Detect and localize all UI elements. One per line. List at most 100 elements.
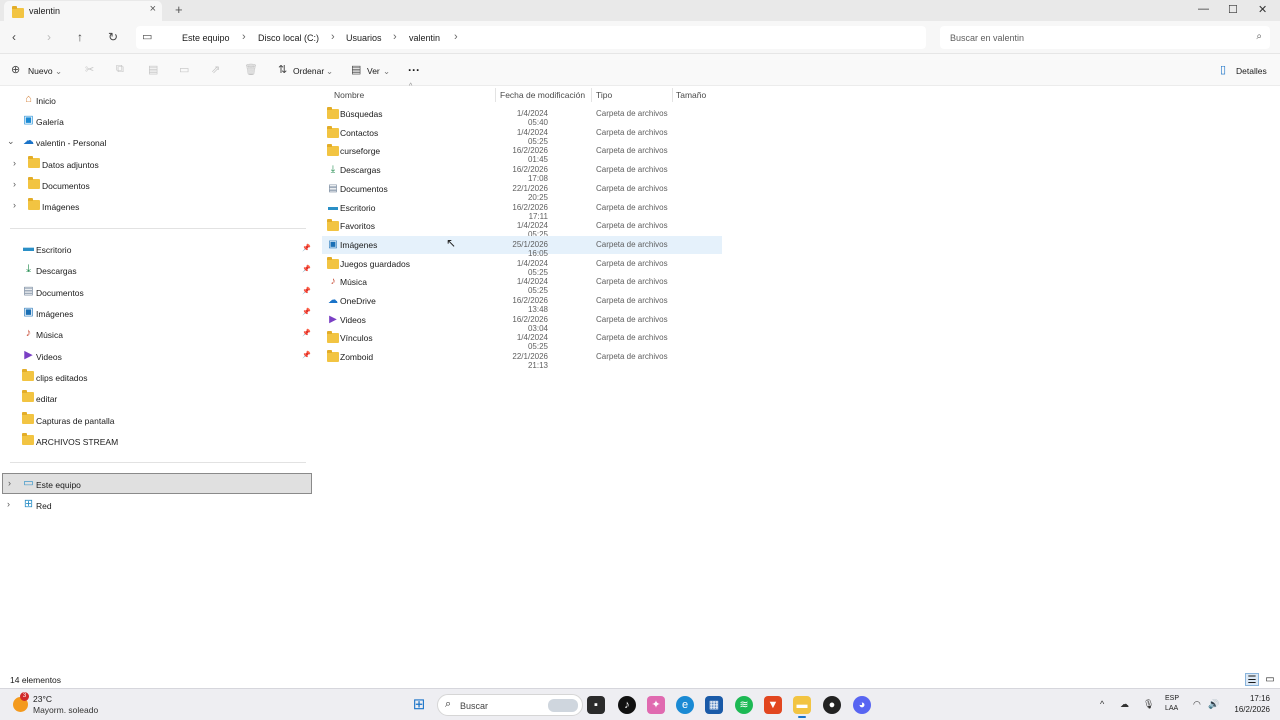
sidebar-item-este-equipo[interactable]: › ▭ Este equipo xyxy=(2,473,312,494)
microphone-icon[interactable]: 🎙 xyxy=(1143,699,1154,710)
chevron-right-icon[interactable]: › xyxy=(8,478,11,488)
column-separator[interactable] xyxy=(495,88,496,102)
start-icon[interactable]: ⊞ xyxy=(410,696,428,714)
details-button[interactable]: Detalles xyxy=(1236,66,1267,76)
weather-description[interactable]: Mayorm. soleado xyxy=(33,705,98,715)
tiktok-icon[interactable]: ♪ xyxy=(618,696,636,714)
sort-button[interactable]: Ordenar xyxy=(293,66,324,76)
forward-button[interactable]: › xyxy=(47,30,51,44)
sidebar-item-documentos-onedrive[interactable]: › Documentos xyxy=(0,175,318,195)
file-row[interactable]: Favoritos 1/4/2024 05:25 Carpeta de archiv… xyxy=(322,217,722,239)
volume-icon[interactable]: 🔊 xyxy=(1208,699,1219,710)
cut-icon[interactable]: ✂ xyxy=(85,63,94,76)
file-row[interactable]: ▬ Escritorio 16/2/2026 17:11 Carpeta de arc… xyxy=(322,199,722,221)
sidebar-item-imagenes[interactable]: ▣ Imágenes 📌 xyxy=(0,303,318,323)
refresh-button[interactable]: ↻ xyxy=(108,30,118,44)
copy-icon[interactable]: ⧉ xyxy=(116,63,124,76)
breadcrumb-usuarios[interactable]: Usuarios xyxy=(346,33,382,43)
file-row[interactable]: ▤ Documentos 22/1/2026 20:25 Carpeta de arc… xyxy=(322,180,722,202)
view-button[interactable]: Ver xyxy=(367,66,380,76)
temperature[interactable]: 23°C xyxy=(33,694,52,704)
tiles-view-button[interactable]: ▭ xyxy=(1263,673,1277,686)
sidebar-item-escritorio[interactable]: ▬ Escritorio 📌 xyxy=(0,239,318,259)
chevron-down-icon[interactable]: ⌄ xyxy=(7,136,15,147)
file-row[interactable]: curseforge 16/2/2026 01:45 Carpeta de arch… xyxy=(322,142,722,164)
breadcrumb-separator[interactable]: › xyxy=(393,31,397,43)
file-row[interactable]: Zomboid 22/1/2026 21:13 Carpeta de archivo… xyxy=(322,348,722,370)
breadcrumb[interactable]: ▭ Este equipo › Disco local (C:) › Usuar… xyxy=(136,26,926,49)
sidebar-item-documentos[interactable]: ▤ Documentos 📌 xyxy=(0,282,318,302)
sidebar-item-datos-adjuntos[interactable]: › Datos adjuntos xyxy=(0,154,318,174)
obs-icon[interactable]: ● xyxy=(823,696,841,714)
chevron-right-icon[interactable]: › xyxy=(13,179,16,189)
rename-icon[interactable]: ▭ xyxy=(179,63,189,76)
sidebar-item-inicio[interactable]: ⌂ Inicio xyxy=(0,90,318,110)
breadcrumb-separator[interactable]: › xyxy=(331,31,335,43)
delete-icon[interactable]: 🗑 xyxy=(244,63,258,76)
brave-icon[interactable]: ▼ xyxy=(764,696,782,714)
column-separator[interactable] xyxy=(591,88,592,102)
discord-icon[interactable]: ◕ xyxy=(853,696,871,714)
column-header-date[interactable]: Fecha de modificación xyxy=(500,90,585,100)
file-row[interactable]: Búsquedas 1/4/2024 05:40 Carpeta de archiv… xyxy=(322,105,722,127)
tab-valentin[interactable]: valentin × xyxy=(4,1,162,21)
more-options-button[interactable]: ··· xyxy=(408,63,420,77)
sidebar-item-editar[interactable]: editar xyxy=(0,388,318,408)
breadcrumb-este-equipo[interactable]: Este equipo xyxy=(182,33,230,43)
column-header-size[interactable]: Tamaño xyxy=(676,90,706,100)
chevron-right-icon[interactable]: › xyxy=(7,499,10,509)
chevron-right-icon[interactable]: › xyxy=(13,200,16,210)
sidebar-item-capturas[interactable]: Capturas de pantalla xyxy=(0,410,318,430)
close-tab-button[interactable]: × xyxy=(150,3,156,15)
spotify-icon[interactable]: ≋ xyxy=(735,696,753,714)
new-button[interactable]: Nuevo xyxy=(28,66,53,76)
share-icon[interactable]: ⇗ xyxy=(211,63,220,76)
copilot-icon[interactable]: ✦ xyxy=(647,696,665,714)
taskbar-search[interactable]: ⌕ Buscar xyxy=(437,694,583,716)
sidebar-item-onedrive-personal[interactable]: ⌄ ☁ valentin - Personal xyxy=(0,132,318,152)
file-row[interactable]: ⤓ Descargas 16/2/2026 17:08 Carpeta de arch… xyxy=(322,161,722,183)
sidebar-item-archivos-stream[interactable]: ARCHIVOS STREAM xyxy=(0,431,318,451)
sidebar-item-galeria[interactable]: ▣ Galería xyxy=(0,111,318,131)
file-row[interactable]: ☁ OneDrive 16/2/2026 13:48 Carpeta de archi… xyxy=(322,292,722,314)
back-button[interactable]: ‹ xyxy=(12,30,16,44)
sidebar-item-descargas[interactable]: ⤓ Descargas 📌 xyxy=(0,260,318,280)
sidebar-item-imagenes-onedrive[interactable]: › Imágenes xyxy=(0,196,318,216)
file-row[interactable]: Juegos guardados 1/4/2024 05:25 Carpeta de… xyxy=(322,255,722,277)
file-explorer-icon[interactable]: ▬ xyxy=(793,696,811,714)
file-row[interactable]: ▶ Videos 16/2/2026 03:04 Carpeta de archivo… xyxy=(322,311,722,333)
task-view-icon[interactable]: ▪ xyxy=(587,696,605,714)
file-row[interactable]: Vínculos 1/4/2024 05:25 Carpeta de archivo… xyxy=(322,329,722,351)
new-tab-button[interactable]: + xyxy=(175,2,183,17)
breadcrumb-separator[interactable]: › xyxy=(454,31,458,43)
close-window-button[interactable]: ✕ xyxy=(1258,3,1267,16)
column-separator[interactable] xyxy=(672,88,673,102)
language-code[interactable]: ESP xyxy=(1165,695,1179,702)
keyboard-layout[interactable]: LAA xyxy=(1165,705,1178,712)
chevron-right-icon[interactable]: › xyxy=(13,158,16,168)
file-row[interactable]: ♪ Música 1/4/2024 05:25 Carpeta de archivos xyxy=(322,273,722,295)
clock-date[interactable]: 16/2/2026 xyxy=(1222,705,1270,714)
breadcrumb-valentin[interactable]: valentin xyxy=(409,33,440,43)
onedrive-tray-icon[interactable]: ☁ xyxy=(1120,699,1129,710)
wifi-icon[interactable]: ◠ xyxy=(1193,699,1201,710)
breadcrumb-disco-local[interactable]: Disco local (C:) xyxy=(258,33,319,43)
file-row[interactable]: Contactos 1/4/2024 05:25 Carpeta de archiv… xyxy=(322,124,722,146)
file-row[interactable]: ▣ Imágenes 25/1/2026 16:05 Carpeta de archi… xyxy=(322,235,722,258)
sidebar-item-clips-editados[interactable]: clips editados xyxy=(0,367,318,387)
minimize-button[interactable]: — xyxy=(1198,3,1209,15)
column-header-type[interactable]: Tipo xyxy=(596,90,612,100)
tray-overflow-icon[interactable]: ^ xyxy=(1100,699,1104,709)
sidebar-item-red[interactable]: › ⊞ Red xyxy=(0,495,318,515)
details-view-button[interactable]: ☰ xyxy=(1245,673,1259,686)
up-button[interactable]: ↑ xyxy=(77,30,83,44)
edge-icon[interactable]: e xyxy=(676,696,694,714)
sidebar-item-videos[interactable]: ▶ Videos 📌 xyxy=(0,346,318,366)
sidebar-item-musica[interactable]: ♪ Música 📌 xyxy=(0,324,318,344)
clock-time[interactable]: 17:16 xyxy=(1230,694,1270,703)
search-input[interactable]: Buscar en valentin ⌕ xyxy=(940,26,1270,49)
breadcrumb-separator[interactable]: › xyxy=(242,31,246,43)
maximize-button[interactable]: ☐ xyxy=(1228,3,1238,16)
store-icon[interactable]: ▦ xyxy=(705,696,723,714)
column-header-name[interactable]: Nombre xyxy=(334,90,364,100)
